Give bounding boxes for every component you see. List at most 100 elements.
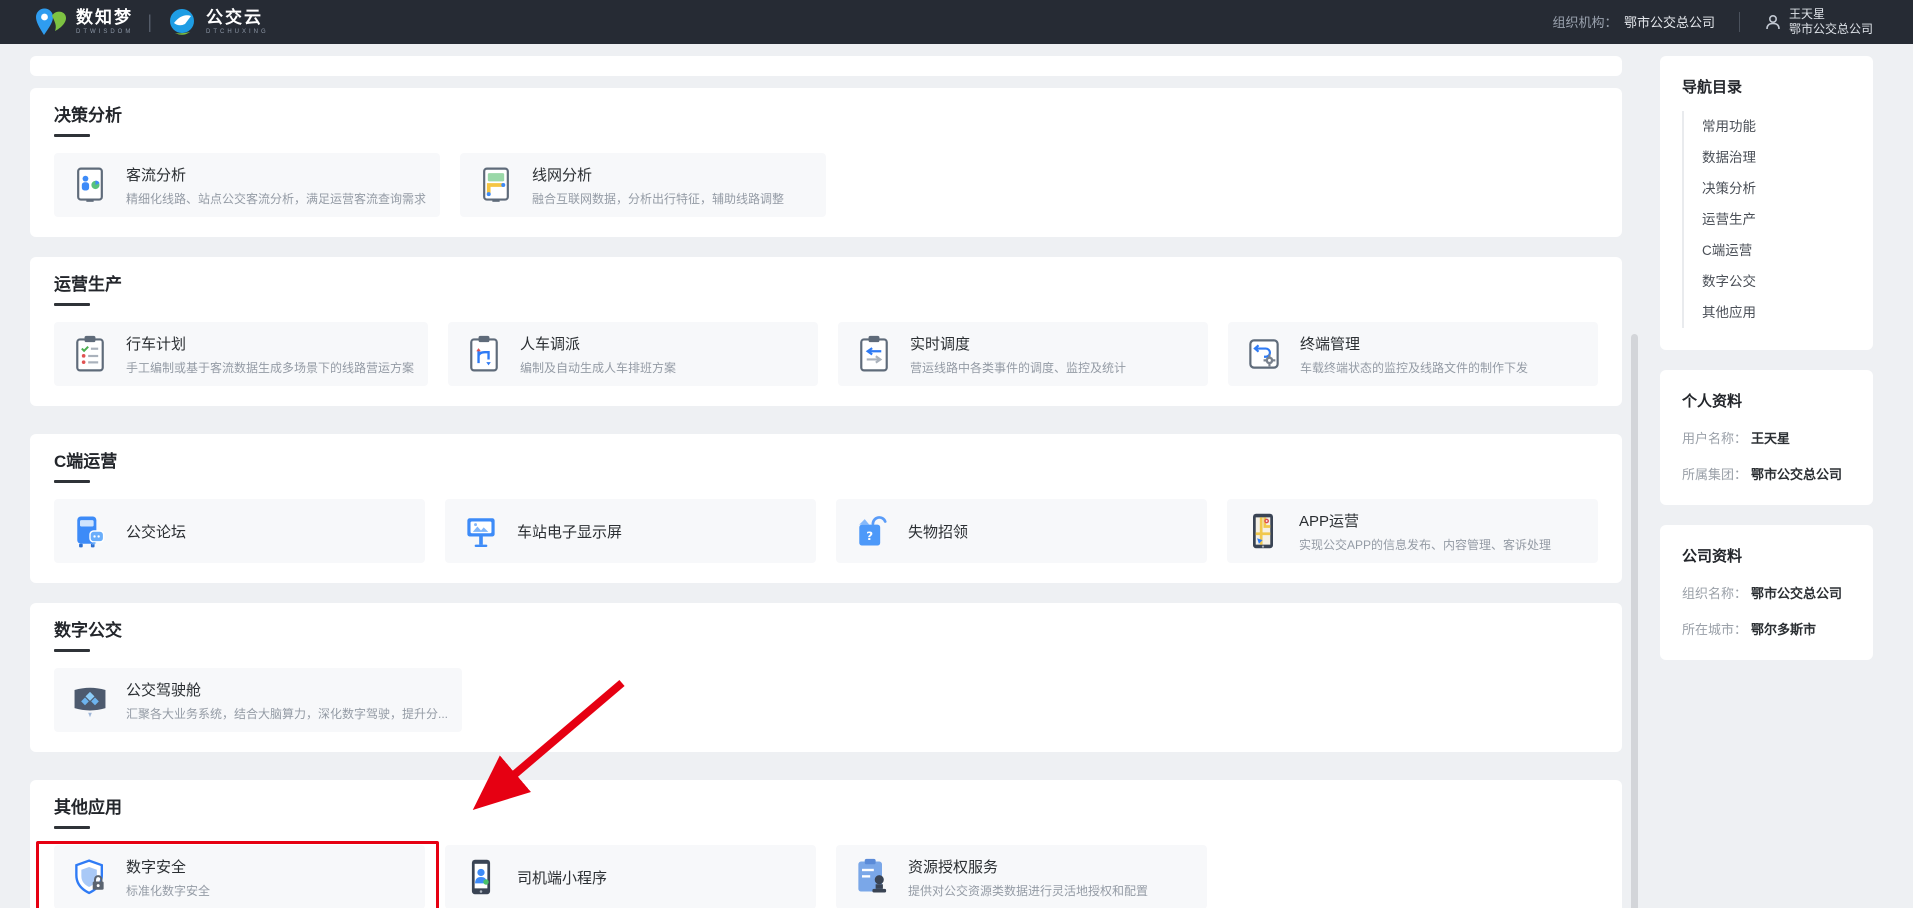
dtchuxing-logo: 公交云 DTCHUXING: [166, 6, 269, 38]
lost-and-found-icon: ?: [850, 509, 894, 553]
info-value: 鄂市公交总公司: [1751, 583, 1842, 602]
info-value: 鄂市公交总公司: [1751, 464, 1842, 483]
passenger-flow-icon: [68, 163, 112, 207]
section-c-end-operations: C端运营: [30, 434, 1622, 583]
sidebar-item-digital-bus[interactable]: 数字公交: [1702, 266, 1851, 297]
network-analysis-icon: [474, 163, 518, 207]
section-operations-production: 运营生产: [30, 257, 1622, 406]
driving-plan-icon: [68, 332, 112, 376]
user-icon: [1764, 13, 1782, 31]
info-label: 组织名称：: [1682, 583, 1747, 602]
card-digital-security[interactable]: 数字安全 标准化数字安全: [54, 845, 425, 908]
card-driving-plan[interactable]: 行车计划 手工编制或基于客流数据生成多场景下的线路营运方案: [54, 322, 428, 386]
card-lost-and-found[interactable]: ? 失物招领: [836, 499, 1207, 563]
info-value: 王天星: [1751, 428, 1790, 447]
card-bus-forum[interactable]: 公交论坛: [54, 499, 425, 563]
card-title: 公交论坛: [126, 521, 186, 542]
card-title: 行车计划: [126, 333, 414, 354]
card-desc: 车载终端状态的监控及线路文件的制作下发: [1300, 359, 1528, 376]
user-name: 王天星: [1789, 7, 1873, 22]
card-title: APP运营: [1299, 510, 1551, 531]
card-title: 线网分析: [532, 164, 784, 185]
station-display-icon: [459, 509, 503, 553]
card-network-analysis[interactable]: 线网分析 融合互联网数据，分析出行特征，辅助线路调整: [460, 153, 826, 217]
sidebar-item-common-functions[interactable]: 常用功能: [1702, 111, 1851, 142]
card-desc: 标准化数字安全: [126, 882, 210, 899]
company-row-city: 所在城市： 鄂尔多斯市: [1682, 619, 1851, 638]
app-operation-icon: [1241, 509, 1285, 553]
card-title: 资源授权服务: [908, 856, 1148, 877]
user-menu[interactable]: 王天星 鄂市公交总公司: [1764, 7, 1873, 37]
brand1-sub: DTWISDOM: [76, 29, 133, 35]
card-resource-authorization[interactable]: 资源授权服务 提供对公交资源类数据进行灵活地授权和配置: [836, 845, 1207, 908]
company-profile-panel: 公司资料 组织名称： 鄂市公交总公司 所在城市： 鄂尔多斯市: [1660, 525, 1873, 660]
section-title-underline: [54, 826, 90, 829]
card-vehicle-crew-dispatch[interactable]: 人车调派 编制及自动生成人车排班方案: [448, 322, 818, 386]
section-title: C端运营: [54, 452, 1598, 472]
card-desc: 精细化线路、站点公交客流分析，满足运营客流查询需求: [126, 190, 426, 207]
personal-profile-panel: 个人资料 用户名称： 王天星 所属集团： 鄂市公交总公司: [1660, 370, 1873, 505]
brand2-name: 公交云: [206, 9, 269, 26]
bus-cockpit-icon: [68, 678, 112, 722]
section-title: 数字公交: [54, 621, 1598, 641]
profile-row-username: 用户名称： 王天星: [1682, 428, 1851, 447]
card-title: 车站电子显示屏: [517, 521, 622, 542]
card-desc: 融合互联网数据，分析出行特征，辅助线路调整: [532, 190, 784, 207]
brand2-sub: DTCHUXING: [206, 29, 269, 35]
main-content: 决策分析 客流分析: [30, 56, 1622, 908]
sidebar-item-operations-production[interactable]: 运营生产: [1702, 204, 1851, 235]
card-driver-miniapp[interactable]: 司机端小程序: [445, 845, 816, 908]
org-value[interactable]: 鄂市公交总公司: [1624, 15, 1715, 30]
org-label: 组织机构：: [1553, 15, 1618, 30]
card-desc: 提供对公交资源类数据进行灵活地授权和配置: [908, 882, 1148, 899]
card-passenger-flow-analysis[interactable]: 客流分析 精细化线路、站点公交客流分析，满足运营客流查询需求: [54, 153, 440, 217]
info-label: 用户名称：: [1682, 428, 1747, 447]
dtchuxing-logo-icon: [166, 6, 198, 38]
vehicle-crew-dispatch-icon: [462, 332, 506, 376]
company-row-org-name: 组织名称： 鄂市公交总公司: [1682, 583, 1851, 602]
page-body: 决策分析 客流分析: [0, 44, 1913, 908]
card-desc: 汇聚各大业务系统，结合大脑算力，深化数字驾驶，提升分...: [126, 705, 448, 722]
section-title-underline: [54, 649, 90, 652]
card-title: 实时调度: [910, 333, 1126, 354]
profile-row-group: 所属集团： 鄂市公交总公司: [1682, 464, 1851, 483]
card-app-operation[interactable]: APP运营 实现公交APP的信息发布、内容管理、客诉处理: [1227, 499, 1598, 563]
digital-security-icon: [68, 855, 112, 899]
section-title-underline: [54, 480, 90, 483]
card-bus-cockpit[interactable]: 公交驾驶舱 汇聚各大业务系统，结合大脑算力，深化数字驾驶，提升分...: [54, 668, 462, 732]
personal-profile-title: 个人资料: [1682, 390, 1851, 411]
section-title-underline: [54, 303, 90, 306]
section-other-apps: 其他应用 数字安全: [30, 780, 1622, 908]
vertical-scrollbar-thumb[interactable]: [1631, 334, 1638, 908]
nav-directory-list: 常用功能 数据治理 决策分析 运营生产 C端运营 数字公交 其他应用: [1682, 111, 1851, 328]
card-station-display[interactable]: 车站电子显示屏: [445, 499, 816, 563]
card-desc: 编制及自动生成人车排班方案: [520, 359, 676, 376]
scrolled-section-remnant: [30, 56, 1622, 76]
section-title: 运营生产: [54, 275, 1598, 295]
company-profile-title: 公司资料: [1682, 545, 1851, 566]
sidebar-item-decision-analysis[interactable]: 决策分析: [1702, 173, 1851, 204]
brand-separator: |: [147, 12, 152, 33]
dtwisdom-logo: 数知梦 DTWISDOM: [34, 7, 133, 37]
card-realtime-dispatch[interactable]: 实时调度 营运线路中各类事件的调度、监控及统计: [838, 322, 1208, 386]
sidebar-item-other-apps[interactable]: 其他应用: [1702, 297, 1851, 328]
sidebar-item-c-end-operations[interactable]: C端运营: [1702, 235, 1851, 266]
sidebar-item-data-governance[interactable]: 数据治理: [1702, 142, 1851, 173]
card-title: 失物招领: [908, 521, 968, 542]
card-desc: 实现公交APP的信息发布、内容管理、客诉处理: [1299, 536, 1551, 553]
info-value: 鄂尔多斯市: [1751, 619, 1816, 638]
card-desc: 手工编制或基于客流数据生成多场景下的线路营运方案: [126, 359, 414, 376]
nav-directory-panel: 导航目录 常用功能 数据治理 决策分析 运营生产 C端运营 数字公交 其他应用: [1660, 56, 1873, 350]
card-terminal-management[interactable]: 终端管理 车载终端状态的监控及线路文件的制作下发: [1228, 322, 1598, 386]
driver-miniapp-icon: [459, 855, 503, 899]
brand1-name: 数知梦: [76, 9, 133, 26]
section-decision-analysis: 决策分析 客流分析: [30, 88, 1622, 237]
dtwisdom-logo-icon: [34, 7, 68, 37]
info-label: 所属集团：: [1682, 464, 1747, 483]
resource-authorization-icon: [850, 855, 894, 899]
section-title: 决策分析: [54, 106, 1598, 126]
terminal-management-icon: [1242, 332, 1286, 376]
bus-forum-icon: [68, 509, 112, 553]
section-digital-bus: 数字公交 公交驾驶舱 汇聚各大业务系统: [30, 603, 1622, 752]
realtime-dispatch-icon: [852, 332, 896, 376]
